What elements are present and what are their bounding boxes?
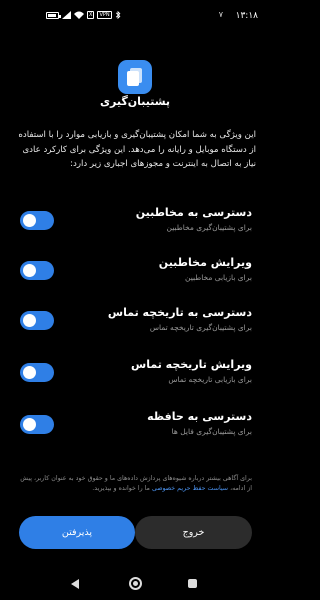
navigation-bar bbox=[0, 570, 270, 600]
permission-title: ویرایش مخاطبین bbox=[158, 256, 252, 269]
status-bar: X VPN ۷ ۱۳:۱۸ bbox=[0, 0, 270, 34]
accept-button[interactable]: پذیرفتن bbox=[19, 516, 135, 549]
permission-row-edit-call-log[interactable]: ویرایش تاریخچه تماس برای بازیابی تاریخچه… bbox=[0, 354, 270, 394]
permission-toggle[interactable] bbox=[20, 311, 54, 330]
privacy-note-text-end: ما را خوانده و بپذیرید. bbox=[92, 485, 150, 492]
permission-row-storage[interactable]: دسترسی به حافظه برای پشتیبان‌گیری فایل ه… bbox=[0, 406, 270, 446]
permission-title: دسترسی به تاریخچه تماس bbox=[107, 306, 252, 319]
exit-button[interactable]: خروج bbox=[135, 516, 252, 549]
bluetooth-icon bbox=[115, 11, 121, 19]
box-icon: X bbox=[87, 11, 95, 19]
description-text: این ویژگی به شما امکان پشتیبان‌گیری و با… bbox=[18, 130, 256, 169]
permission-row-edit-contacts[interactable]: ویرایش مخاطبین برای بازیابی مخاطبین bbox=[0, 252, 270, 292]
permission-toggle[interactable] bbox=[20, 211, 54, 230]
signal-icon bbox=[62, 11, 71, 19]
permission-toggle[interactable] bbox=[20, 261, 54, 280]
permission-subtitle: برای پشتیبان‌گیری تاریخچه تماس bbox=[149, 323, 252, 332]
permission-title: دسترسی به حافظه bbox=[147, 410, 252, 423]
permission-subtitle: برای بازیابی تاریخچه تماس bbox=[168, 375, 252, 384]
status-icons: X VPN bbox=[46, 11, 121, 19]
battery-icon bbox=[46, 11, 61, 19]
vpn-icon: VPN bbox=[97, 11, 112, 19]
permission-subtitle: برای پشتیبان‌گیری مخاطبین bbox=[166, 223, 253, 232]
permission-title: ویرایش تاریخچه تماس bbox=[131, 358, 252, 371]
home-icon[interactable] bbox=[129, 577, 142, 590]
recent-apps-icon[interactable] bbox=[188, 579, 197, 588]
permission-toggle[interactable] bbox=[20, 363, 54, 382]
permission-toggle[interactable] bbox=[20, 415, 54, 434]
privacy-policy-link[interactable]: سیاست حفظ حریم خصوصی bbox=[152, 485, 228, 492]
notification-count: ۷ bbox=[218, 10, 223, 19]
permission-subtitle: برای پشتیبان‌گیری فایل ها bbox=[171, 427, 252, 436]
back-icon[interactable] bbox=[71, 579, 79, 589]
status-time: ۱۳:۱۸ bbox=[235, 11, 258, 21]
wifi-icon bbox=[74, 11, 84, 19]
permission-row-read-call-log[interactable]: دسترسی به تاریخچه تماس برای پشتیبان‌گیری… bbox=[0, 302, 270, 342]
backup-app-icon bbox=[118, 60, 152, 94]
permission-subtitle: برای بازیابی مخاطبین bbox=[184, 273, 252, 282]
privacy-note: برای آگاهی بیشتر درباره شیوه‌های پردازش … bbox=[20, 474, 252, 494]
page-title: پشتیبان‌گیری bbox=[99, 95, 171, 108]
permission-row-read-contacts[interactable]: دسترسی به مخاطبین برای پشتیبان‌گیری مخاط… bbox=[0, 202, 270, 242]
permission-title: دسترسی به مخاطبین bbox=[135, 206, 252, 219]
